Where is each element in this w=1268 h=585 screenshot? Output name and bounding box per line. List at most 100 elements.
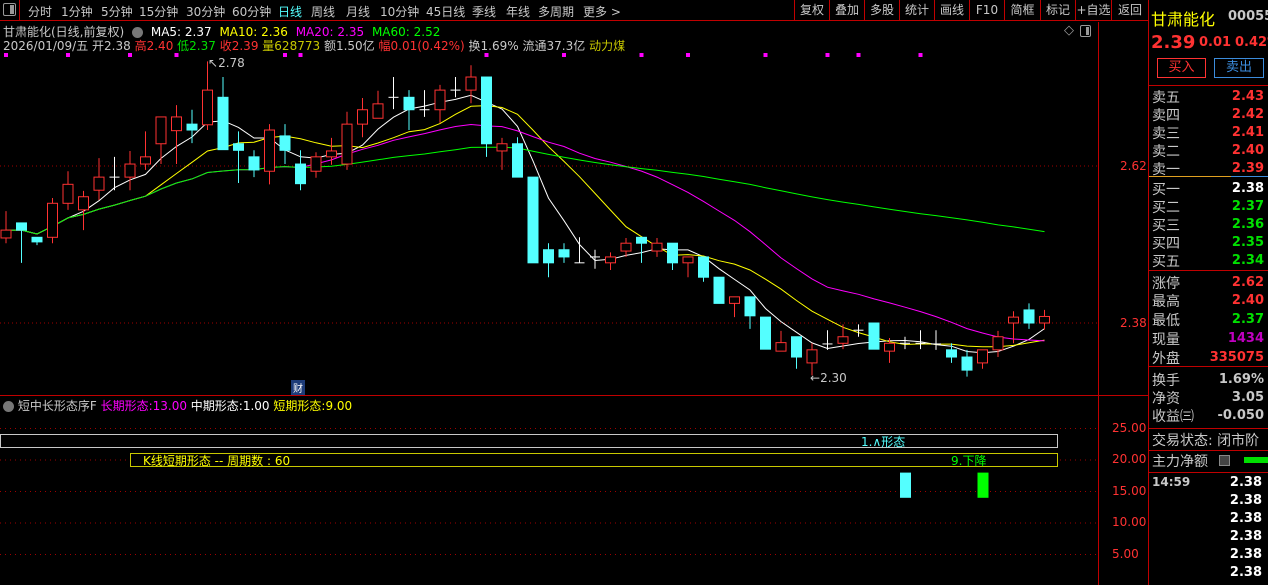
candle[interactable]: [419, 90, 430, 117]
candle[interactable]: [450, 77, 461, 98]
candle[interactable]: [109, 156, 120, 191]
candle[interactable]: [465, 65, 477, 104]
candle[interactable]: [713, 276, 725, 304]
candle[interactable]: [605, 252, 616, 271]
candle[interactable]: [791, 336, 802, 369]
candle[interactable]: [295, 150, 306, 191]
min-annotation: ←2.30: [810, 371, 847, 385]
main-net-label[interactable]: 主力净额: [1152, 451, 1208, 471]
candle[interactable]: [961, 349, 973, 377]
buy-button[interactable]: 买入: [1157, 58, 1206, 78]
candle[interactable]: [31, 236, 43, 246]
candle[interactable]: [977, 349, 988, 369]
candle[interactable]: [434, 84, 446, 123]
candle[interactable]: [620, 237, 632, 257]
quote-label: 外盘: [1152, 351, 1180, 367]
candle[interactable]: [636, 236, 647, 263]
candle-body: [372, 103, 384, 119]
candle-body: [884, 342, 895, 352]
candle[interactable]: [202, 61, 213, 131]
candle-body: [946, 349, 957, 358]
tick-price: 2.38: [1229, 565, 1262, 580]
candle[interactable]: [558, 243, 570, 263]
candle[interactable]: [698, 256, 709, 282]
candle[interactable]: [403, 90, 415, 131]
candle[interactable]: [1023, 303, 1035, 329]
chevron-down-icon[interactable]: [3, 401, 14, 412]
indicator-separator: [0, 395, 1148, 396]
candle[interactable]: [264, 124, 275, 185]
indicator-name[interactable]: 短中长形态序F: [18, 399, 97, 413]
quote-value: 2.34: [1231, 253, 1264, 268]
long-value: 13.00: [152, 399, 187, 413]
candle[interactable]: [155, 116, 167, 165]
candle[interactable]: [512, 137, 523, 178]
candle[interactable]: [372, 90, 384, 119]
candle[interactable]: [93, 158, 105, 201]
toolbar-button[interactable]: 返回: [1111, 0, 1148, 20]
sell-button[interactable]: 卖出: [1214, 58, 1264, 78]
list-icon[interactable]: [1219, 455, 1230, 466]
candle[interactable]: [481, 76, 492, 157]
candle[interactable]: [62, 171, 74, 210]
candle[interactable]: [16, 222, 27, 263]
signal-marker: [639, 53, 644, 57]
quote-label: 买三: [1152, 218, 1180, 234]
candle[interactable]: [760, 316, 771, 350]
candle[interactable]: [915, 330, 926, 350]
quote-value: 2.41: [1231, 125, 1264, 140]
quote-value: 2.39: [1231, 161, 1264, 176]
candle[interactable]: [0, 211, 12, 244]
candle[interactable]: [124, 150, 136, 191]
candle[interactable]: [853, 324, 864, 337]
candle[interactable]: [47, 198, 58, 244]
price-change-pct: 0.42%: [1235, 35, 1268, 50]
tick-price: 2.38: [1229, 511, 1262, 526]
candle[interactable]: [248, 150, 260, 178]
candle[interactable]: [357, 97, 368, 138]
kline-chart[interactable]: [0, 0, 1098, 585]
quote-value: 2.40: [1231, 143, 1264, 158]
candle[interactable]: [775, 330, 787, 352]
signal-marker: [128, 53, 132, 57]
candle[interactable]: [341, 111, 353, 170]
candle[interactable]: [279, 124, 291, 165]
candle[interactable]: [388, 77, 399, 110]
candle[interactable]: [496, 137, 508, 170]
candle[interactable]: [884, 338, 895, 363]
candle-body: [155, 116, 167, 145]
candle[interactable]: [543, 243, 554, 278]
candle[interactable]: [574, 237, 585, 264]
candle[interactable]: [590, 249, 600, 269]
candle[interactable]: [868, 322, 880, 350]
candle[interactable]: [651, 237, 663, 257]
candle[interactable]: [310, 152, 322, 178]
quote-label: 收益㈢: [1152, 409, 1194, 425]
candle[interactable]: [744, 296, 756, 329]
candle[interactable]: [217, 77, 229, 151]
candle-body: [713, 276, 725, 304]
quote-label: 涨停: [1152, 276, 1180, 292]
candle[interactable]: [233, 131, 244, 184]
candle[interactable]: [667, 242, 678, 271]
candle[interactable]: [682, 256, 694, 278]
candle[interactable]: [900, 336, 910, 350]
candle[interactable]: [931, 330, 941, 350]
indicator-bar: [900, 472, 911, 498]
candle-body: [357, 109, 368, 125]
candle[interactable]: [171, 105, 182, 165]
candle-body: [202, 89, 213, 126]
candle-body: [310, 156, 322, 172]
candle-body: [124, 163, 136, 178]
pattern-text: 1.∧形态: [861, 435, 906, 449]
news-badge[interactable]: 财: [291, 380, 305, 395]
candle[interactable]: [186, 109, 198, 144]
candle[interactable]: [78, 190, 89, 231]
candle[interactable]: [992, 330, 1004, 358]
candle[interactable]: [527, 176, 539, 264]
candle[interactable]: [140, 131, 151, 170]
quote-label: 净资: [1152, 391, 1180, 407]
candle[interactable]: [1039, 309, 1050, 330]
candle-body: [651, 242, 663, 252]
candle[interactable]: [729, 296, 740, 318]
